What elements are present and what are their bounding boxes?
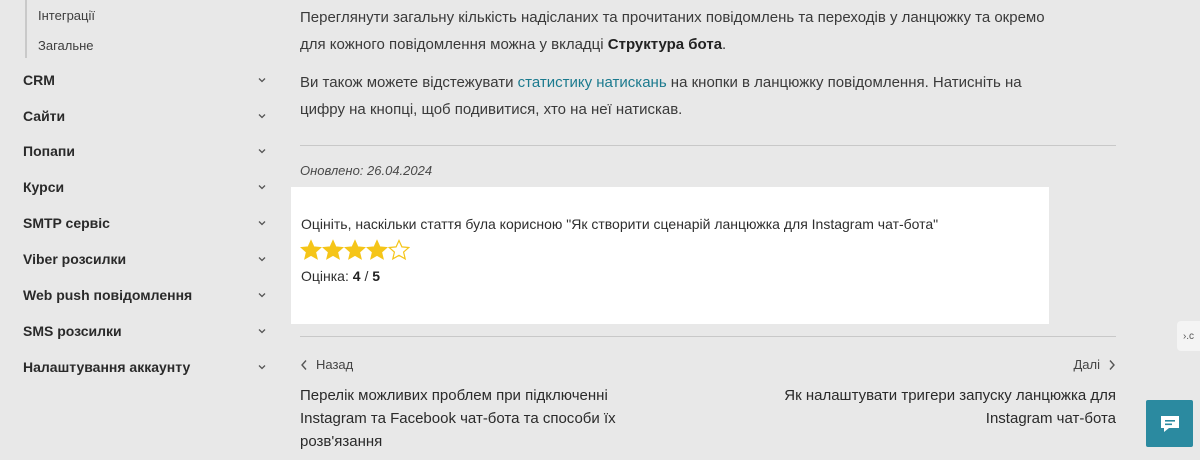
paragraph-stats: Ви також можете відстежувати статистику … (300, 69, 1100, 123)
sidebar-item-label: SMS розсилки (23, 323, 122, 339)
rating-question: Оцініть, наскільки стаття була корисною … (301, 216, 939, 232)
sidebar-item-viber[interactable]: Viber розсилки (23, 247, 268, 271)
star-filled-icon[interactable] (366, 239, 388, 261)
sidebar-subitem-general[interactable]: Загальне (38, 38, 94, 53)
paragraph-line: Переглянути загальну кількість надіслани… (300, 9, 1045, 26)
sidebar-item-label: Курси (23, 179, 65, 195)
star-empty-icon[interactable] (388, 239, 410, 261)
chevron-down-icon (256, 110, 268, 122)
title-line: Instagram та Facebook чат-бота та способ… (300, 410, 616, 427)
next-label: Далі (1073, 357, 1100, 372)
divider (300, 145, 1116, 146)
star-filled-icon[interactable] (322, 239, 344, 261)
sidebar-item-label: Web push повідомлення (23, 287, 193, 303)
sidebar-item-sms[interactable]: SMS розсилки (23, 319, 268, 343)
text-segment: для кожного повідомлення можна у вкладці (300, 36, 608, 53)
score-separator: / (364, 268, 369, 284)
text-segment: Ви також можете відстежувати (300, 74, 518, 91)
star-filled-icon[interactable] (300, 239, 322, 261)
chevron-down-icon (256, 325, 268, 337)
side-widget-tab[interactable]: ›.c (1177, 321, 1200, 351)
text-segment: . (722, 36, 727, 53)
score-max: 5 (372, 268, 381, 284)
sidebar-item-label: Сайти (23, 108, 66, 124)
chevron-down-icon (256, 145, 268, 157)
sidebar-item-label: CRM (23, 72, 55, 88)
title-line: Як налаштувати тригери запуску ланцюжка … (784, 387, 1116, 404)
chevron-right-icon (1109, 359, 1115, 370)
chevron-down-icon (256, 181, 268, 193)
paragraph-structure: Переглянути загальну кількість надіслани… (300, 4, 1100, 58)
rating-score: Оцінка: 4 / 5 (301, 268, 380, 284)
sidebar-item-sites[interactable]: Сайти (23, 104, 268, 128)
prev-article-title[interactable]: Перелік можливих проблем при підключенні… (300, 384, 700, 453)
next-link[interactable]: Далі (1073, 357, 1116, 372)
sidebar-item-popups[interactable]: Попапи (23, 139, 268, 163)
chevron-down-icon (256, 361, 268, 373)
paragraph-line: для кожного повідомлення можна у вкладці… (300, 31, 1100, 58)
divider (300, 336, 1116, 337)
chevron-down-icon (256, 217, 268, 229)
score-value: 4 (352, 268, 361, 284)
star-filled-icon[interactable] (344, 239, 366, 261)
sidebar-item-account-settings[interactable]: Налаштування аккаунту (23, 355, 268, 379)
sidebar-item-label: Viber розсилки (23, 251, 127, 267)
title-line: Instagram чат-бота (985, 410, 1116, 427)
paragraph-line: Ви також можете відстежувати статистику … (300, 69, 1100, 96)
chat-bubble-icon (1160, 415, 1179, 432)
sidebar-item-courses[interactable]: Курси (23, 175, 268, 199)
submenu-border (25, 0, 27, 58)
prev-label: Назад (316, 357, 354, 372)
score-label: Оцінка: (301, 268, 349, 284)
sidebar-item-crm[interactable]: CRM (23, 68, 268, 92)
chevron-left-icon (301, 359, 307, 370)
next-article-title[interactable]: Як налаштувати тригери запуску ланцюжка … (716, 384, 1116, 430)
updated-date: Оновлено: 26.04.2024 (300, 163, 433, 178)
chevron-down-icon (256, 289, 268, 301)
title-line: розв'язання (300, 433, 383, 450)
sidebar-item-label: Налаштування аккаунту (23, 359, 191, 375)
chevron-down-icon (256, 74, 268, 86)
sidebar-subitem-integrations[interactable]: Інтеграції (38, 8, 95, 23)
bold-structure-label: Структура бота (607, 36, 723, 53)
text-segment: на кнопки в ланцюжку повідомлення. Натис… (666, 74, 1022, 91)
title-line: Перелік можливих проблем при підключенні (300, 387, 608, 404)
paragraph-line: цифру на кнопці, щоб подивитися, хто на … (300, 101, 683, 118)
sidebar-item-label: Попапи (23, 143, 75, 159)
sidebar: Інтеграції Загальне CRM Сайти Попапи Кур… (0, 0, 280, 460)
sidebar-item-label: SMTP сервіс (23, 215, 110, 231)
prev-link[interactable]: Назад (300, 357, 353, 372)
sidebar-item-web-push[interactable]: Web push повідомлення (23, 283, 268, 307)
click-stats-link[interactable]: статистику натискань (518, 74, 667, 91)
chat-button[interactable] (1146, 400, 1193, 447)
star-rating[interactable] (300, 239, 410, 261)
rating-card: Оцініть, наскільки стаття була корисною … (291, 187, 1049, 324)
chevron-down-icon (256, 253, 268, 265)
sidebar-item-smtp[interactable]: SMTP сервіс (23, 211, 268, 235)
